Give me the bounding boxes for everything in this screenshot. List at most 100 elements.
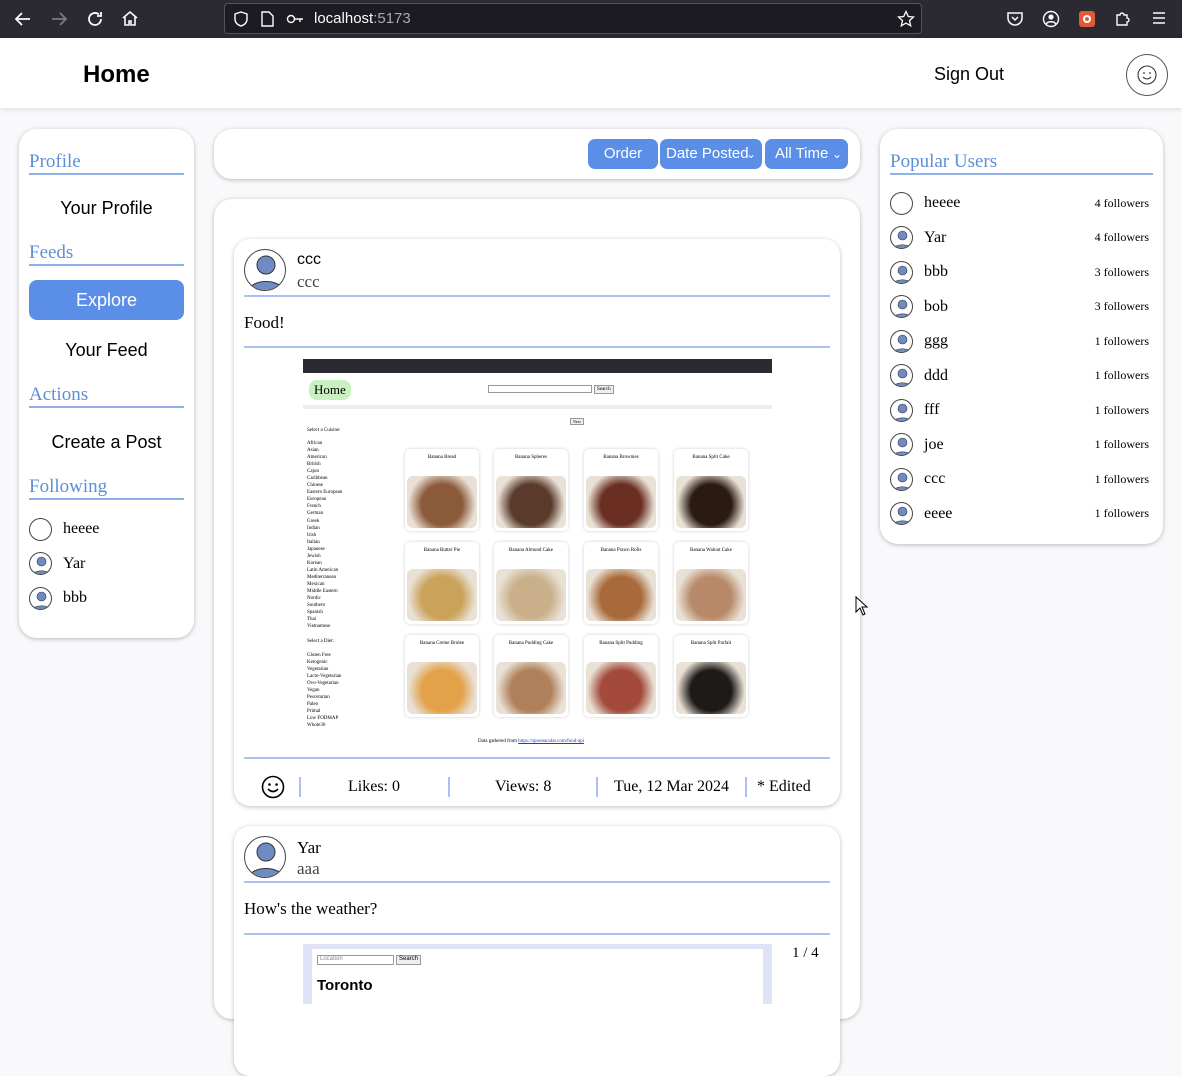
- time-range-select[interactable]: All Time ⌄: [765, 139, 848, 169]
- image-checkbox-item: Vegan: [307, 688, 320, 694]
- popular-user-name: ccc: [924, 470, 946, 488]
- post-date: Tue, 12 Mar 2024: [614, 778, 729, 795]
- divider: [244, 295, 830, 297]
- image-checkbox-item: Italian: [307, 539, 320, 545]
- image-city: Toronto: [317, 977, 373, 994]
- post-author[interactable]: ccc: [297, 251, 321, 269]
- popular-user-row[interactable]: bob 3 followers: [890, 290, 1153, 325]
- popular-user-name: fff: [924, 401, 940, 419]
- image-footer-text: Data gathered from: [478, 739, 517, 744]
- image-food-card: Banana Brownies: [584, 449, 658, 531]
- image-checkbox-item: Pescetarian: [307, 695, 330, 701]
- image-checkbox-item: Eastern European: [307, 490, 343, 496]
- cuisine-title: Select a Cuisine:: [307, 428, 341, 433]
- food-photo: [676, 476, 746, 528]
- image-header: Home Search: [303, 373, 772, 409]
- browser-toolbar: localhost:5173: [0, 0, 1182, 38]
- image-checkbox-item: Lacto-Vegetarian: [307, 674, 342, 680]
- menu-icon[interactable]: [1151, 10, 1167, 26]
- nav-create-post[interactable]: Create a Post: [29, 422, 184, 462]
- popular-user-row[interactable]: ccc 1 followers: [890, 462, 1153, 497]
- popular-user-row[interactable]: joe 1 followers: [890, 428, 1153, 463]
- food-photo: [586, 569, 656, 621]
- image-food-title: Banana Brownies: [603, 455, 639, 460]
- image-checkbox-item: Korean: [307, 560, 322, 566]
- image-food-title: Banana Split Pudding: [599, 641, 643, 646]
- popular-user-row[interactable]: Yar 4 followers: [890, 221, 1153, 256]
- image-food-title: Banana Bread: [427, 455, 457, 460]
- post-author[interactable]: Yar: [297, 838, 321, 858]
- nav-your-profile[interactable]: Your Profile: [29, 188, 184, 228]
- post-card: ccc ccc Food! Home Search Next Select a …: [234, 239, 840, 806]
- popular-user-row[interactable]: bbb 3 followers: [890, 255, 1153, 290]
- following-item[interactable]: heeee: [29, 512, 184, 547]
- image-food-card: Banana Butter Pie: [405, 542, 479, 624]
- account-icon[interactable]: [1042, 10, 1060, 28]
- image-footer-link: https://spoonacular.com/food-api: [518, 739, 585, 744]
- food-photo: [407, 662, 477, 714]
- extensions-puzzle-icon[interactable]: [1114, 9, 1132, 27]
- sign-out-button[interactable]: Sign Out: [934, 64, 1004, 85]
- image-home-pill: Home: [309, 380, 351, 400]
- order-label: Order: [603, 145, 643, 162]
- popular-user-row[interactable]: heeee 4 followers: [890, 186, 1153, 221]
- image-search-box: [488, 385, 592, 393]
- image-next-button: Next: [570, 418, 584, 425]
- image-checkbox-item: Greek: [307, 518, 320, 524]
- following-item[interactable]: Yar: [29, 547, 184, 582]
- nav-your-feed[interactable]: Your Feed: [29, 330, 184, 370]
- image-food-card: Banana Bread: [405, 449, 479, 531]
- popular-user-name: ggg: [924, 332, 948, 350]
- shield-icon[interactable]: [233, 11, 249, 27]
- image-food-title: Banana Split Parfait: [690, 641, 732, 646]
- person-avatar-icon: [890, 364, 913, 388]
- popular-user-row[interactable]: ggg 1 followers: [890, 324, 1153, 359]
- back-icon[interactable]: [14, 10, 32, 28]
- sort-by-select[interactable]: Date Posted ⌄: [660, 139, 762, 169]
- extension-icon[interactable]: [1078, 10, 1096, 28]
- footer-separator: [299, 777, 301, 797]
- popular-user-row[interactable]: eeee 1 followers: [890, 497, 1153, 532]
- popular-user-row[interactable]: fff 1 followers: [890, 393, 1153, 428]
- person-avatar-icon: [890, 467, 913, 491]
- post-image[interactable]: Home Search Next Select a Cuisine: Afric…: [303, 359, 772, 748]
- image-checkbox-item: Nordic: [307, 596, 321, 602]
- reload-icon[interactable]: [86, 10, 104, 28]
- order-button[interactable]: Order: [588, 139, 658, 169]
- nav-explore[interactable]: Explore: [29, 280, 184, 320]
- divider: [244, 346, 830, 348]
- address-bar[interactable]: localhost:5173: [224, 3, 922, 34]
- food-photo: [586, 662, 656, 714]
- forward-icon[interactable]: [50, 10, 68, 28]
- image-checkbox-item: Ovo-Vegetarian: [307, 681, 339, 687]
- person-avatar-icon[interactable]: [244, 249, 286, 291]
- image-checkbox-item: European: [307, 497, 327, 503]
- post-handle: ccc: [297, 272, 320, 291]
- pocket-icon[interactable]: [1006, 10, 1024, 28]
- page-icon: [261, 11, 274, 27]
- popular-user-row[interactable]: ddd 1 followers: [890, 359, 1153, 394]
- user-avatar-button[interactable]: [1126, 54, 1168, 96]
- image-food-title: Banana Almond Cake: [509, 548, 553, 553]
- follower-count: 1 followers: [1094, 437, 1149, 452]
- person-avatar-icon[interactable]: [244, 836, 286, 878]
- follower-count: 4 followers: [1094, 195, 1149, 210]
- smiley-reaction-icon[interactable]: [261, 775, 285, 799]
- food-photo: [496, 662, 566, 714]
- url-text: localhost:5173: [314, 10, 411, 27]
- popular-user-name: heeee: [924, 194, 961, 212]
- image-food-card: Banana Walnut Cake: [674, 542, 748, 624]
- home-icon[interactable]: [121, 9, 139, 27]
- image-food-card: Banana Spheres: [494, 449, 568, 531]
- image-checkbox-item: Indian: [307, 525, 320, 531]
- post-card: Yar aaa How's the weather? Location Sear…: [234, 826, 840, 1076]
- image-checkbox-item: Primal: [307, 709, 321, 715]
- footer-separator: [596, 777, 598, 797]
- post-image[interactable]: Location Search Toronto: [303, 944, 772, 1009]
- time-range-label: All Time: [775, 145, 829, 162]
- following-item[interactable]: bbb: [29, 581, 184, 616]
- bookmark-star-icon[interactable]: [897, 10, 915, 28]
- following-name: heeee: [63, 520, 100, 538]
- popular-user-name: bbb: [924, 263, 948, 281]
- key-icon[interactable]: [286, 12, 304, 26]
